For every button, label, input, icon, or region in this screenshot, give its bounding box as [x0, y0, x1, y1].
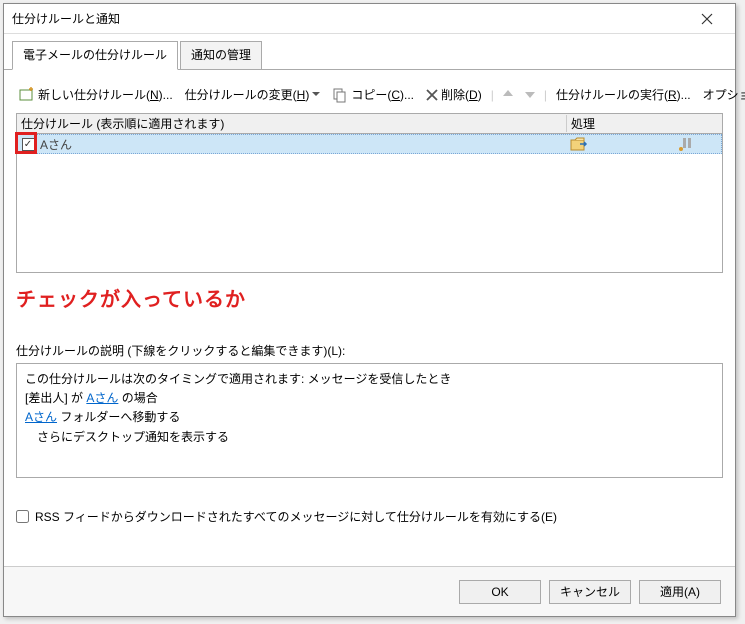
delete-icon: [426, 89, 438, 101]
rules-dialog: 仕分けルールと通知 電子メールの仕分けルール 通知の管理 新しい仕分けルール(N…: [3, 3, 736, 617]
titlebar: 仕分けルールと通知: [4, 4, 735, 34]
options-button[interactable]: オプション(O): [700, 84, 745, 105]
new-rule-button[interactable]: 新しい仕分けルール(N)...: [16, 84, 176, 105]
desc-line3: Aさん フォルダーへ移動する: [25, 408, 714, 427]
checkbox-icon: ✓: [22, 138, 35, 151]
run-rules-button[interactable]: 仕分けルールの実行(R)...: [553, 84, 694, 105]
delete-button[interactable]: 削除(D): [423, 84, 485, 105]
rule-name: Aさん: [38, 136, 566, 153]
desktop-alert-icon: [678, 136, 696, 152]
close-button[interactable]: [687, 5, 727, 33]
desc-line2: [差出人] が Aさん の場合: [25, 389, 714, 408]
column-action[interactable]: 処理: [567, 115, 722, 132]
rules-header: 仕分けルール (表示順に適用されます) 処理: [17, 114, 722, 134]
change-rule-button[interactable]: 仕分けルールの変更(H): [182, 84, 324, 105]
column-rule-name[interactable]: 仕分けルール (表示順に適用されます): [17, 115, 567, 132]
rss-option: RSS フィードからダウンロードされたすべてのメッセージに対して仕分けルールを有…: [16, 508, 723, 525]
description-panel: この仕分けルールは次のタイミングで適用されます: メッセージを受信したとき [差…: [16, 363, 723, 478]
move-up-button[interactable]: [500, 88, 516, 102]
rule-row[interactable]: ✓ Aさん: [17, 134, 722, 154]
rule-checkbox[interactable]: ✓: [18, 138, 38, 151]
dialog-title: 仕分けルールと通知: [12, 10, 687, 27]
rules-body: ✓ Aさん: [17, 134, 722, 272]
tab-bar: 電子メールの仕分けルール 通知の管理: [4, 34, 735, 70]
tab-email-rules[interactable]: 電子メールの仕分けルール: [12, 41, 178, 70]
rss-checkbox[interactable]: [16, 510, 29, 523]
ok-button[interactable]: OK: [459, 580, 541, 604]
apply-button[interactable]: 適用(A): [639, 580, 721, 604]
separator: |: [491, 88, 494, 102]
down-arrow-icon: [525, 90, 535, 100]
rule-action-icons: [566, 136, 721, 152]
desc-line1: この仕分けルールは次のタイミングで適用されます: メッセージを受信したとき: [25, 370, 714, 389]
content-area: 新しい仕分けルール(N)... 仕分けルールの変更(H) コピー(C)... 削…: [4, 70, 735, 566]
move-to-folder-icon: [570, 136, 588, 152]
toolbar: 新しい仕分けルール(N)... 仕分けルールの変更(H) コピー(C)... 削…: [16, 80, 723, 113]
desc-sender-link[interactable]: Aさん: [86, 391, 118, 405]
new-rule-icon: [19, 87, 35, 103]
close-icon: [701, 13, 713, 25]
copy-button[interactable]: コピー(C)...: [329, 84, 417, 105]
rss-label[interactable]: RSS フィードからダウンロードされたすべてのメッセージに対して仕分けルールを有…: [35, 508, 557, 525]
separator: |: [544, 88, 547, 102]
move-down-button[interactable]: [522, 88, 538, 102]
tab-notifications[interactable]: 通知の管理: [180, 41, 262, 70]
dialog-footer: OK キャンセル 適用(A): [4, 566, 735, 616]
copy-icon: [332, 87, 348, 103]
cancel-button[interactable]: キャンセル: [549, 580, 631, 604]
description-label: 仕分けルールの説明 (下線をクリックすると編集できます)(L):: [16, 342, 723, 359]
desc-folder-link[interactable]: Aさん: [25, 410, 57, 424]
rules-list-panel: 仕分けルール (表示順に適用されます) 処理 ✓ Aさん: [16, 113, 723, 273]
annotation-text: チェックが入っているか: [16, 283, 723, 312]
up-arrow-icon: [503, 90, 513, 100]
desc-line4: さらにデスクトップ通知を表示する: [25, 428, 714, 447]
dropdown-icon: [312, 92, 320, 97]
